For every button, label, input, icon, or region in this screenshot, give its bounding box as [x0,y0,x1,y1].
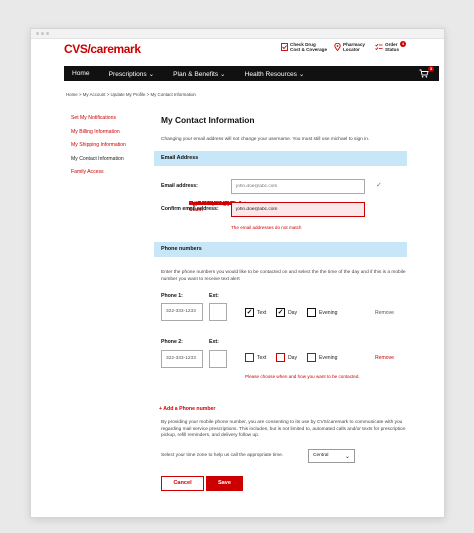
phone-error-message: Please choose when and how you want to b… [245,374,360,379]
phone-2-evening-checkbox[interactable] [307,353,316,362]
page-title: My Contact Information [161,115,255,125]
phone-1-ext-input[interactable] [209,303,227,321]
phone-2-day-checkbox[interactable] [276,353,285,362]
phone-2-text-checkbox[interactable] [245,353,254,362]
breadcrumb-separator: > [78,92,82,97]
add-phone-label: Add a Phone number [163,406,216,412]
nav-label: Health Resources [244,70,297,78]
save-button[interactable]: Save [206,476,243,491]
check-drug-icon [281,43,288,51]
phone-section-header: Phone numbers [154,242,407,257]
timezone-value: Central [313,453,329,458]
add-phone-link[interactable]: + Add a Phone number [159,406,215,412]
nav-label: Plan & Benefits [173,70,219,78]
order-status-badge: 4 [400,41,406,47]
chevron-down-icon: ⌄ [344,454,350,460]
browser-chrome [31,29,444,39]
email-label: Email address: [161,183,198,189]
chevron-down-icon: ⌄ [148,70,155,78]
phone-2-remove-link[interactable]: Remove [375,355,394,361]
phone-2-input[interactable]: 322-333-1233 [161,350,203,368]
check-drug-link[interactable]: Check Drug Cost & Coverage [281,42,327,53]
nav-label: Prescriptions [108,70,147,78]
phone-intro-text: Enter the phone numbers you would like t… [161,270,406,282]
phone-1-text-label: Text [257,310,267,316]
sidebar-item-billing[interactable]: My Billing Information [66,129,154,135]
cart-badge: 3 [428,66,434,72]
confirm-email-label: Confirm email address: [161,206,219,212]
email-input[interactable] [231,179,365,194]
phone-2-ext-input[interactable] [209,350,227,368]
chevron-down-icon: ⌄ [298,70,305,78]
confirm-email-input[interactable] [231,202,365,217]
phone-1-day-label: Day [288,310,298,316]
phone-1-text-checkbox[interactable]: ✓ [245,308,254,317]
site-header: CVS/caremark Check Drug Cost & Coverage P… [31,39,444,66]
breadcrumb-item[interactable]: My Account [83,92,106,97]
phone-2-label: Phone 2: [161,339,183,345]
location-pin-icon [334,43,341,51]
nav-health-resources[interactable]: Health Resources ⌄ [237,70,316,78]
nav-plan-benefits[interactable]: Plan & Benefits ⌄ [165,70,236,78]
browser-window: CVS/caremark Check Drug Cost & Coverage P… [30,28,445,518]
main-navigation: Home Prescriptions ⌄ Plan & Benefits ⌄ H… [64,66,439,81]
phone-1-day-checkbox[interactable]: ✓ [276,308,285,317]
sidebar-item-contact[interactable]: My Contact Information [66,156,154,162]
phone-1-evening-checkbox[interactable] [307,308,316,317]
consent-text: By providing your mobile phone number, y… [161,420,406,439]
window-dot [46,32,49,35]
util-line: Status [385,47,400,53]
cvs-caremark-logo[interactable]: CVS/caremark [64,42,141,56]
breadcrumb-item[interactable]: Update My Profile [111,92,146,97]
checkmark-icon: ✓ [376,182,382,189]
sidebar-item-notifications[interactable]: Set My Notifications [66,115,154,121]
pharmacy-locator-link[interactable]: Pharmacy Locator [334,42,365,53]
nav-prescriptions[interactable]: Prescriptions ⌄ [101,70,166,78]
phone-2-evening-label: Evening [319,355,338,361]
breadcrumb-current: My Contact Information [150,92,196,97]
sidebar-item-family-access[interactable]: Family Access [66,169,154,175]
phone-2-ext-label: Ext: [209,339,219,345]
email-section-header: Email Address [154,151,407,166]
util-line: Cost & Coverage [290,47,328,53]
nav-home[interactable]: Home [64,70,101,77]
order-status-link[interactable]: Order Status 4 [375,41,406,53]
phone-1-input[interactable]: 322-333-1233 [161,303,203,321]
account-sidebar: Update My Profile Set My Notifications M… [66,115,252,213]
breadcrumb-item[interactable]: Home [66,92,78,97]
util-line: Locator [343,47,360,53]
sidebar-item-shipping[interactable]: My Shipping Information [66,142,154,148]
phone-1-label: Phone 1: [161,293,183,299]
window-dot [41,32,44,35]
order-status-icon [375,43,383,51]
phone-2-text-label: Text [257,355,267,361]
breadcrumb: Home > My Account > Update My Profile > … [66,92,196,97]
phone-1-evening-label: Evening [319,310,338,316]
breadcrumb-separator: > [146,92,150,97]
email-error-message: The email addresses do not match [231,225,302,230]
breadcrumb-separator: > [106,92,110,97]
plus-icon: + [159,406,163,412]
phone-1-remove-link[interactable]: Remove [375,310,394,316]
phone-1-ext-label: Ext: [209,293,219,299]
timezone-prompt: Select your time zone to help us call th… [161,453,284,458]
cancel-button[interactable]: Cancel [161,476,204,491]
phone-2-day-label: Day [288,355,298,361]
timezone-select[interactable]: Central ⌄ [308,449,355,463]
intro-text: Changing your email address will not cha… [161,137,370,142]
chevron-down-icon: ⌄ [220,70,226,78]
window-dot [36,32,39,35]
